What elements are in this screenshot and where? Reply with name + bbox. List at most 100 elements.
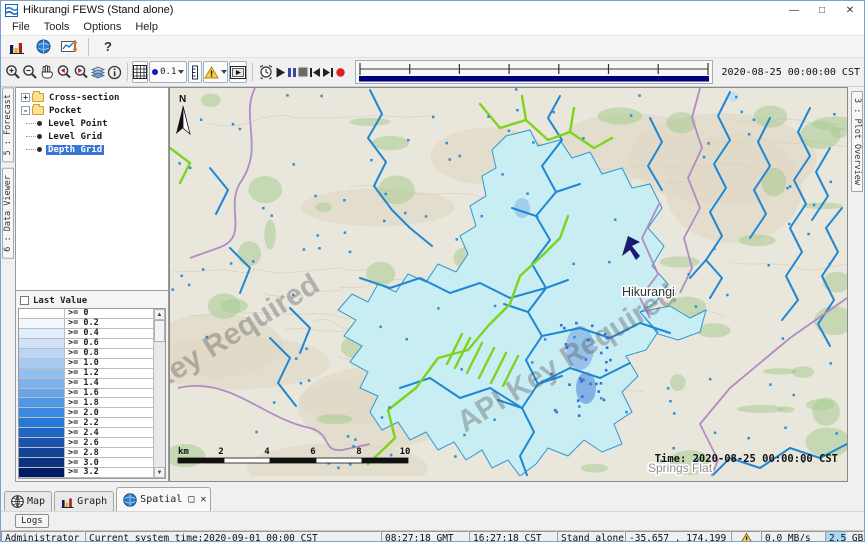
tree-item-pocket[interactable]: - Pocket (18, 104, 168, 117)
legend-row-label: >= 1.8 (65, 398, 153, 407)
thresholds-dropdown-button[interactable] (203, 61, 228, 83)
chevron-down-icon (178, 70, 184, 74)
zoom-in-button[interactable] (5, 61, 21, 83)
menu-item-help[interactable]: Help (128, 20, 165, 34)
tree-item-cross-section[interactable]: + Cross-section (18, 91, 168, 104)
info-button[interactable] (107, 61, 122, 83)
svg-text:km: km (178, 447, 189, 457)
class-break-dropdown[interactable]: 0.1 (149, 61, 187, 83)
zoom-previous-button[interactable] (56, 61, 72, 83)
record-button[interactable] (335, 61, 346, 83)
last-value-checkbox[interactable] (20, 296, 29, 305)
place-label-hikurangi: Hikurangi (622, 285, 675, 299)
logs-button[interactable]: Logs (15, 514, 49, 528)
legend-color-swatch (19, 438, 65, 447)
timeline-slider[interactable] (355, 60, 713, 84)
legend-color-swatch (19, 418, 65, 427)
step-start-button[interactable] (309, 61, 321, 83)
tree-expander-icon[interactable]: - (21, 106, 30, 115)
left-tab-strip: 5 : Forecast 6 : Data Viewer (1, 87, 15, 482)
minimize-button[interactable]: — (780, 1, 808, 19)
help-button[interactable]: ? (97, 36, 119, 58)
legend-color-swatch (19, 468, 65, 477)
step-end-button[interactable] (322, 61, 334, 83)
legend-row-label: >= 0 (65, 309, 153, 318)
bar-chart-icon (61, 496, 74, 508)
zoom-out-button[interactable] (22, 61, 38, 83)
menu-item-options[interactable]: Options (76, 20, 128, 34)
tree-item-label: Cross-section (47, 93, 121, 103)
legend-color-swatch (19, 309, 65, 318)
tab-map[interactable]: Map (4, 491, 52, 511)
tab-forecast[interactable]: 5 : Forecast (2, 87, 14, 162)
spatial-display-button[interactable] (58, 36, 80, 58)
legend-color-swatch (19, 319, 65, 328)
legend-row-label: >= 2.2 (65, 418, 153, 427)
tree-item-level-point[interactable]: Level Point (18, 117, 168, 130)
tree-item-label: Level Point (46, 119, 110, 129)
legend-color-swatch (19, 339, 65, 348)
legend-panel: Last Value >= 0>= 0.2>= 0.4>= 0.6>= 0.8>… (15, 291, 169, 482)
app-icon (5, 4, 18, 17)
scroll-track[interactable] (154, 320, 165, 467)
tab-data-viewer-label: 6 : Data Viewer (3, 175, 13, 252)
legend-color-swatch (19, 398, 65, 407)
svg-text:N: N (179, 94, 186, 105)
tree-item-level-grid[interactable]: Level Grid (18, 130, 168, 143)
tab-data-viewer[interactable]: 6 : Data Viewer (2, 168, 14, 259)
tab-graph[interactable]: Graph (54, 491, 114, 511)
tree-item-label: Level Grid (46, 132, 104, 142)
window-title: Hikurangi FEWS (Stand alone) (23, 4, 780, 16)
tree-expander-icon[interactable]: + (21, 93, 30, 102)
chevron-down-icon (221, 70, 227, 74)
legend-color-swatch (19, 359, 65, 368)
menu-item-file[interactable]: File (5, 20, 37, 34)
status-user: Administrator (1, 531, 85, 542)
pan-hand-button[interactable] (39, 61, 55, 83)
status-mode: Stand alone (557, 531, 625, 542)
toolbar-separator (88, 38, 89, 56)
map-display-button[interactable] (32, 36, 54, 58)
maximize-button[interactable]: □ (808, 1, 836, 19)
scroll-down-icon[interactable]: ▼ (154, 467, 165, 478)
filter-tree[interactable]: + Cross-section - Pocket Level Point Level Gr… (15, 87, 169, 291)
tab-graph-label: Graph (77, 496, 107, 507)
play-button[interactable] (275, 61, 286, 83)
animation-settings-button[interactable] (258, 61, 274, 83)
legend-row-label: >= 0.4 (65, 329, 153, 338)
tree-item-label: Pocket (47, 106, 84, 116)
legend-row-label: >= 2.0 (65, 408, 153, 417)
tab-spatial-label: Spatial (140, 494, 182, 505)
scroll-up-icon[interactable]: ▲ (154, 309, 165, 320)
menu-item-tools[interactable]: Tools (37, 20, 77, 34)
legend-color-swatch (19, 369, 65, 378)
pause-button[interactable] (287, 61, 297, 83)
vertical-scale-button[interactable] (188, 61, 202, 83)
tree-item-depth-grid[interactable]: Depth Grid (18, 143, 168, 156)
legend-row-label: >= 0.8 (65, 349, 153, 358)
last-value-label: Last Value (33, 296, 87, 306)
legend-row[interactable]: >= 3.2 (19, 468, 153, 478)
maximize-panel-icon[interactable]: □ (188, 494, 194, 505)
status-memory: 2.5 GB (825, 531, 864, 542)
status-warning[interactable] (731, 531, 761, 542)
tree-connector (26, 136, 36, 137)
close-button[interactable]: ✕ (836, 1, 864, 19)
menu-bar: FileToolsOptionsHelp (1, 19, 864, 36)
map-toolbar: 0.1 (1, 58, 864, 87)
scroll-thumb[interactable] (154, 320, 165, 342)
map-view[interactable]: API Key Required API Key Required N Hiku… (169, 87, 848, 482)
zoom-next-button[interactable] (73, 61, 89, 83)
movie-export-button[interactable] (229, 61, 247, 83)
grid-toggle-button[interactable] (132, 61, 148, 83)
tab-spatial[interactable]: Spatial □ ✕ (116, 487, 211, 511)
legend-scrollbar[interactable]: ▲ ▼ (153, 309, 165, 478)
graph-display-button[interactable] (6, 36, 28, 58)
stop-button[interactable] (298, 61, 308, 83)
layers-button[interactable] (90, 61, 106, 83)
legend-color-swatch (19, 458, 65, 467)
close-panel-icon[interactable]: ✕ (200, 494, 206, 505)
title-bar: Hikurangi FEWS (Stand alone) — □ ✕ (1, 1, 864, 19)
tab-plot-overview[interactable]: 3 : Plot Overview (851, 91, 863, 192)
status-coordinates: -35.657 , 174.199 (625, 531, 731, 542)
